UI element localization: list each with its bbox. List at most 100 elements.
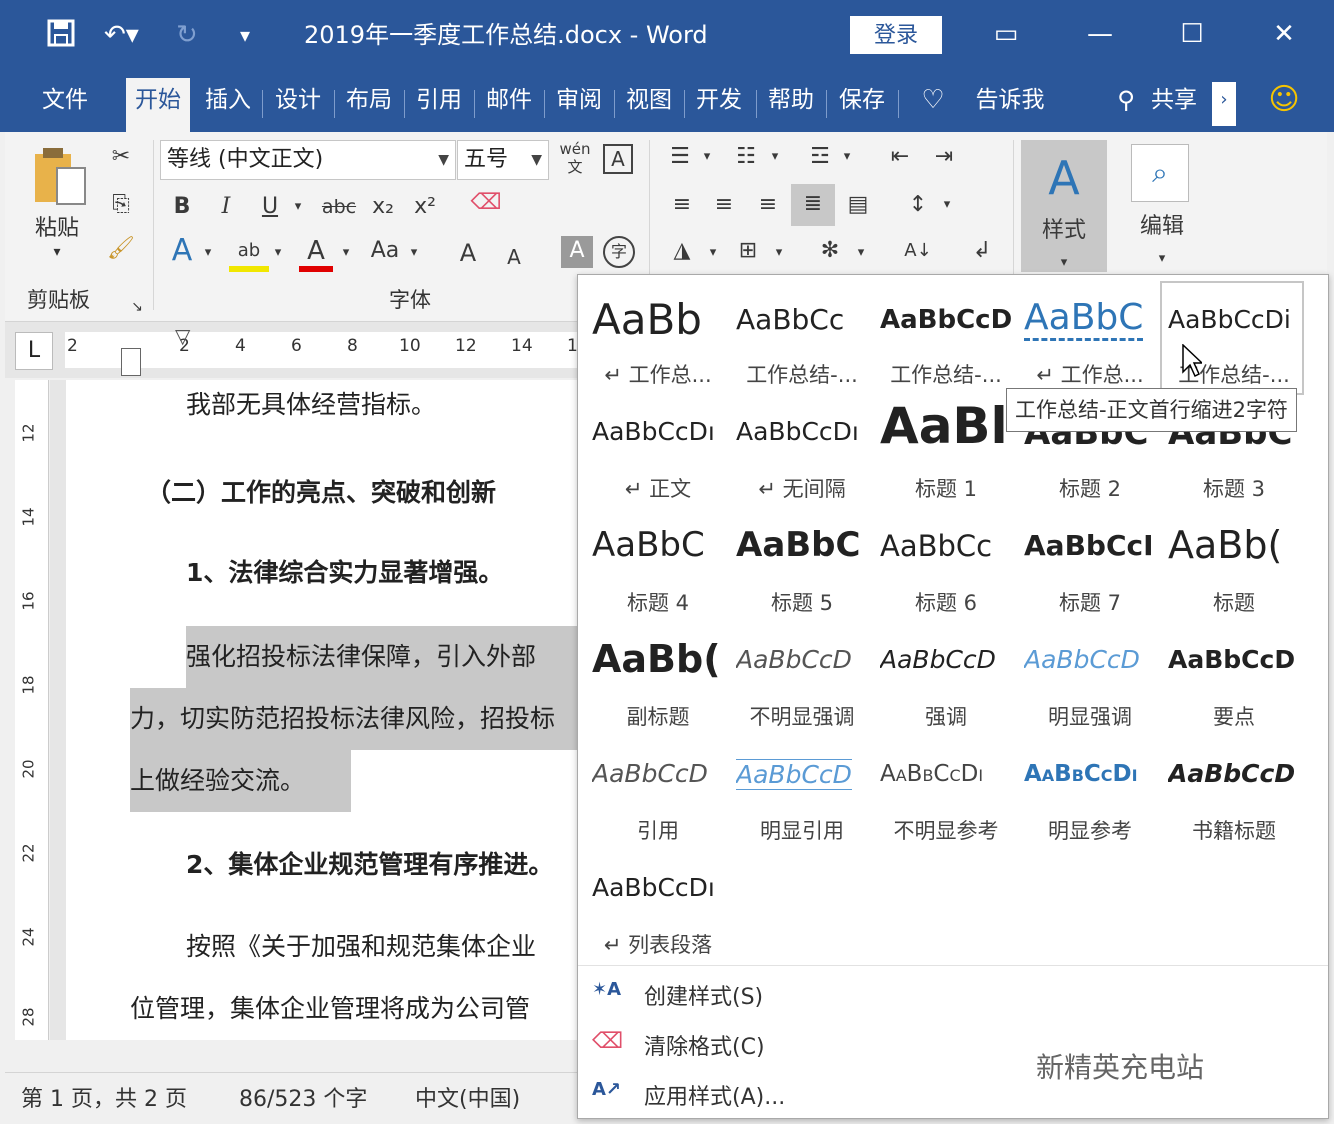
multilevel-list-icon[interactable]: ☲ [805, 142, 835, 172]
increase-indent-icon[interactable]: ⇥ [927, 142, 961, 172]
style-cell[interactable]: AaBbCc 标题 6 [874, 511, 1018, 625]
copy-icon[interactable]: ⎘ [105, 190, 137, 220]
maximize-icon[interactable]: ☐ [1172, 14, 1212, 54]
numbering-dropdown-icon[interactable]: ▾ [767, 142, 783, 172]
tell-me-button[interactable]: 告诉我 [968, 82, 1052, 126]
style-cell[interactable]: AaBbCcDı ↵ 列表段落 [586, 853, 730, 967]
lightbulb-icon[interactable]: ♡ [916, 82, 950, 126]
share-button[interactable]: 共享 [1144, 82, 1204, 126]
clear-formatting-menu-item[interactable]: 清除格式(C) [644, 1029, 765, 1061]
paste-button[interactable]: 粘贴 [25, 210, 89, 242]
style-cell[interactable]: AaBbCcDı ↵ 无间隔 [730, 397, 874, 511]
tab-review[interactable]: 审阅 [548, 82, 610, 126]
customize-quick-access-icon[interactable]: ▾ [240, 18, 250, 52]
style-cell[interactable]: AaBbC 标题 5 [730, 511, 874, 625]
align-right-icon[interactable]: ≡ [751, 190, 785, 220]
paste-dropdown-icon[interactable]: ▾ [47, 244, 67, 260]
phonetic-guide-icon[interactable]: wén 文 [557, 140, 593, 176]
language-indicator[interactable]: 中文(中国) [415, 1081, 520, 1113]
tab-home[interactable]: 开始 [126, 78, 190, 132]
shrink-font-button[interactable]: A [499, 242, 529, 272]
font-color-dropdown-icon[interactable]: ▾ [337, 238, 355, 268]
bullets-dropdown-icon[interactable]: ▾ [699, 142, 715, 172]
grow-font-button[interactable]: A [453, 238, 483, 268]
tab-references[interactable]: 引用 [408, 82, 470, 126]
bullets-icon[interactable]: ☰ [665, 142, 695, 172]
borders-icon[interactable]: ⊞ [731, 236, 765, 266]
asian-layout-dropdown-icon[interactable]: ▾ [853, 238, 869, 268]
style-cell[interactable]: AaBl 标题 1 [874, 397, 1018, 511]
style-cell[interactable]: AaBb ↵ 工作总... [586, 283, 730, 397]
tab-mailings[interactable]: 邮件 [478, 82, 540, 126]
tab-developer[interactable]: 开发 [688, 82, 750, 126]
font-color-icon[interactable]: A [299, 236, 333, 272]
style-cell[interactable]: AaBbC ↵ 工作总... [1018, 283, 1162, 397]
clear-formatting-icon[interactable]: ⌫ [469, 188, 503, 218]
doc-paragraph-selected[interactable]: 力，切实防范招投标法律风险，招投标 [130, 688, 578, 750]
style-cell[interactable]: AaBbCcDı 不明显参考 [874, 739, 1018, 853]
underline-button[interactable]: U [255, 192, 285, 222]
left-indent-marker[interactable] [121, 348, 141, 376]
minimize-icon[interactable]: — [1080, 14, 1120, 54]
close-icon[interactable]: ✕ [1264, 14, 1304, 54]
style-cell[interactable]: AaBbCc 工作总结-... [730, 283, 874, 397]
align-center-icon[interactable]: ≡ [707, 190, 741, 220]
strikethrough-button[interactable]: abc [319, 192, 359, 222]
text-effects-dropdown-icon[interactable]: ▾ [199, 238, 217, 268]
style-cell[interactable]: AaBbCcD 强调 [874, 625, 1018, 739]
tab-view[interactable]: 视图 [618, 82, 680, 126]
style-cell[interactable]: AaBbCcD 明显引用 [730, 739, 874, 853]
shading-icon[interactable]: ◮ [665, 236, 699, 266]
style-cell[interactable]: AaBbCcD 引用 [586, 739, 730, 853]
style-cell[interactable]: AaBb( 副标题 [586, 625, 730, 739]
document-area[interactable]: 我部无具体经营指标。 （二）工作的亮点、突破和创新 1、法律综合实力显著增强。 … [50, 380, 578, 1040]
font-name-combo[interactable]: 等线 (中文正文) ▼ [160, 140, 456, 180]
editing-button[interactable]: ⌕ 编辑 ▾ [1127, 140, 1197, 270]
cut-icon[interactable]: ✂ [105, 142, 137, 172]
word-count[interactable]: 86/523 个字 [239, 1081, 367, 1113]
dialog-launcher-icon[interactable]: ↘ [127, 292, 147, 322]
doc-paragraph[interactable]: 位管理，集体企业管理将成为公司管 [130, 992, 530, 1026]
character-border-icon[interactable]: A [603, 144, 633, 174]
enclose-characters-icon[interactable]: 字 [603, 236, 635, 268]
bold-button[interactable]: B [167, 192, 197, 222]
tab-help[interactable]: 帮助 [760, 82, 822, 126]
style-cell[interactable]: AaBbC 标题 4 [586, 511, 730, 625]
doc-heading[interactable]: 2、集体企业规范管理有序推进。 [186, 848, 553, 882]
undo-icon[interactable]: ↶▾ [104, 18, 139, 52]
doc-heading[interactable]: 1、法律综合实力显著增强。 [186, 556, 503, 590]
tab-insert[interactable]: 插入 [198, 82, 258, 126]
create-style-menu-item[interactable]: 创建样式(S) [644, 979, 763, 1011]
highlight-color-icon[interactable]: ab [229, 236, 269, 272]
shading-dropdown-icon[interactable]: ▾ [705, 238, 721, 268]
tab-design[interactable]: 设计 [266, 82, 330, 126]
style-cell[interactable]: AaBb( 标题 [1162, 511, 1306, 625]
underline-dropdown-icon[interactable]: ▾ [289, 192, 307, 222]
align-left-icon[interactable]: ≡ [665, 190, 699, 220]
character-shading-icon[interactable]: A [561, 236, 593, 268]
asian-layout-icon[interactable]: ✻ [811, 236, 849, 266]
style-cell[interactable]: AaBbCcD 不明显强调 [730, 625, 874, 739]
ribbon-display-options-icon[interactable]: ▭ [986, 14, 1026, 54]
apply-styles-menu-item[interactable]: 应用样式(A)... [644, 1079, 785, 1111]
style-cell[interactable]: AaBbCcI 标题 7 [1018, 511, 1162, 625]
style-cell[interactable]: AaBbCcD 要点 [1162, 625, 1306, 739]
page-count[interactable]: 第 1 页，共 2 页 [21, 1081, 187, 1113]
show-marks-icon[interactable]: ↲ [965, 236, 999, 266]
sort-icon[interactable]: A↓ [901, 236, 935, 266]
italic-button[interactable]: I [211, 192, 241, 222]
login-button[interactable]: 登录 [850, 16, 942, 54]
decrease-indent-icon[interactable]: ⇤ [883, 142, 917, 172]
line-spacing-icon[interactable]: ↕ [901, 190, 935, 220]
tab-layout[interactable]: 布局 [338, 82, 400, 126]
save-icon[interactable] [46, 18, 76, 57]
tab-save[interactable]: 保存 [830, 82, 894, 126]
styles-button[interactable]: A 样式 ▾ [1021, 140, 1107, 272]
document-page[interactable]: 我部无具体经营指标。 （二）工作的亮点、突破和创新 1、法律综合实力显著增强。 … [66, 380, 578, 1040]
distributed-icon[interactable]: ▤ [841, 190, 875, 220]
style-cell[interactable]: AaBbCcD 工作总结-... [874, 283, 1018, 397]
highlight-dropdown-icon[interactable]: ▾ [269, 238, 287, 268]
doc-heading[interactable]: （二）工作的亮点、突破和创新 [146, 476, 496, 510]
more-tabs-chevron-icon[interactable]: › [1212, 82, 1236, 126]
text-effects-icon[interactable]: A [165, 236, 199, 266]
